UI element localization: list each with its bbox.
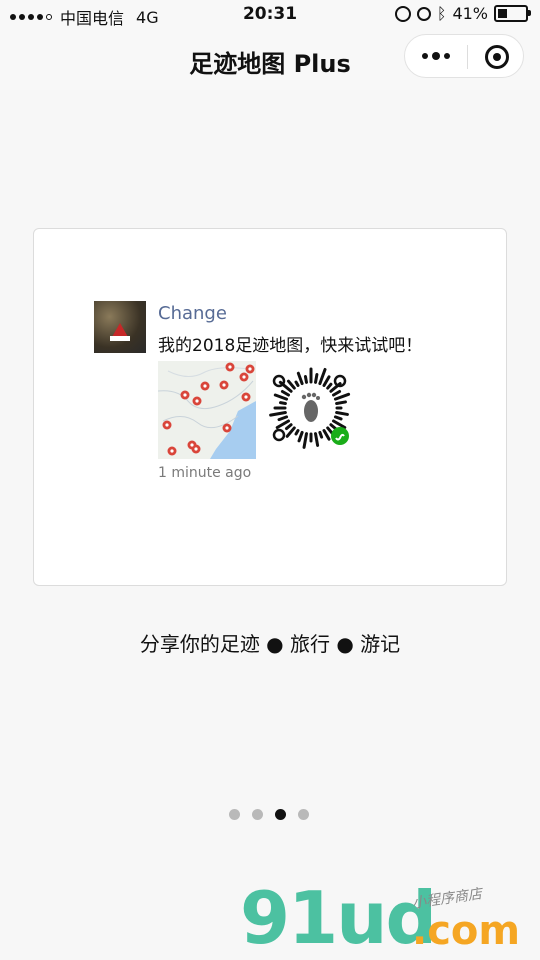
post-author-name: Change: [158, 303, 227, 324]
capsule-divider: [467, 45, 468, 69]
battery-percent: 41%: [452, 4, 488, 23]
battery-level-fill: [498, 9, 508, 18]
slogan-text: 分享你的足迹 ● 旅行 ● 游记: [139, 632, 401, 656]
more-dot-icon: [422, 53, 428, 59]
page-dot[interactable]: [229, 809, 240, 820]
page-dot[interactable]: [298, 809, 309, 820]
close-mini-program-button[interactable]: [485, 45, 509, 69]
more-menu-button[interactable]: [405, 35, 467, 77]
watermark-domain: .com: [412, 908, 521, 954]
navigation-bar: 足迹地图 Plus: [0, 30, 540, 90]
page-dot[interactable]: [275, 809, 286, 820]
post-timestamp: 1 minute ago: [158, 465, 252, 481]
page-dot[interactable]: [252, 809, 263, 820]
bluetooth-icon: ᛒ: [436, 4, 447, 23]
qr-finder-icon: [272, 428, 286, 442]
status-icons: ᛒ 41%: [394, 4, 531, 23]
footprint-map-thumbnail: [158, 361, 256, 459]
more-dot-icon: [444, 53, 450, 59]
alarm-icon: [416, 6, 431, 21]
qr-finder-icon: [272, 374, 286, 388]
page-indicator: [229, 809, 309, 820]
avatar: [94, 301, 146, 353]
post-text: 我的2018足迹地图，快来试试吧！: [158, 336, 423, 356]
moment-preview-card: Change 我的2018足迹地图，快来试试吧！ 1 minute ago: [33, 228, 507, 586]
mini-program-capsule: [404, 34, 524, 78]
more-dot-icon: [432, 52, 440, 60]
santa-hat-icon: [112, 323, 128, 337]
status-bar: 中国电信 4G 20:31 ᛒ 41%: [0, 0, 540, 30]
watermark-logo: 91ud: [240, 876, 437, 960]
battery-icon: [494, 5, 531, 22]
rotation-lock-icon: [394, 5, 411, 22]
mini-program-code-icon[interactable]: [264, 361, 358, 455]
